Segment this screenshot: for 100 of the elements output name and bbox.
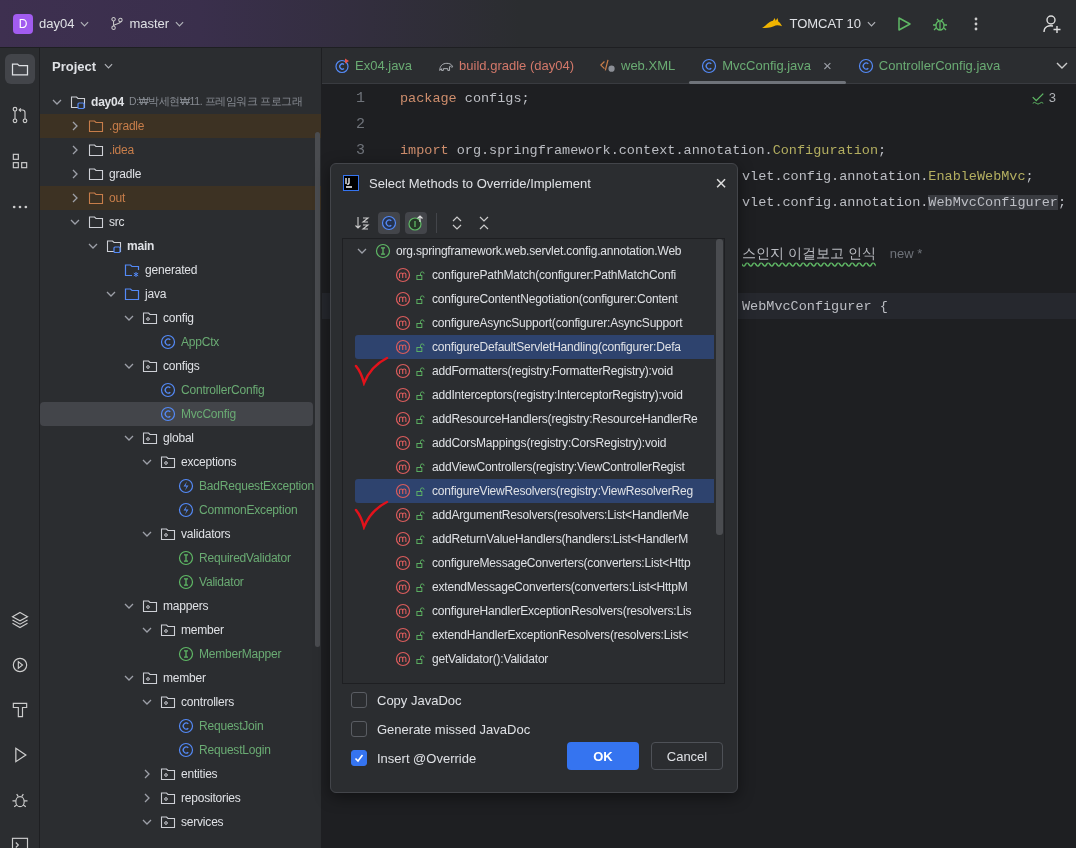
chevron-icon[interactable] — [142, 793, 152, 803]
ok-button[interactable]: OK — [567, 742, 639, 770]
chevron-icon[interactable] — [70, 169, 80, 179]
chevron-icon[interactable] — [357, 246, 367, 256]
method-item[interactable]: configurePathMatch(configurer:PathMatchConfi — [343, 263, 714, 287]
view-selector[interactable]: Project — [52, 58, 114, 74]
method-item[interactable]: addInterceptors(registry:InterceptorRegistry):void — [343, 383, 714, 407]
method-item[interactable]: configureAsyncSupport(configurer:AsyncSupport — [343, 311, 714, 335]
method-item[interactable]: getValidator():Validator — [343, 647, 714, 671]
tree-item[interactable]: generated — [40, 258, 313, 282]
tree-item[interactable]: AppCtx — [40, 330, 313, 354]
tree-item[interactable]: out — [40, 186, 321, 210]
check-icon[interactable] — [1030, 90, 1045, 105]
folder-icon[interactable] — [4, 54, 35, 84]
method-item[interactable]: extendHandlerExceptionResolvers(resolvers:List< — [343, 623, 714, 647]
method-item[interactable]: configureDefaultServletHandling(configurer:Defa — [355, 335, 714, 359]
tree-item[interactable]: controllers — [40, 690, 313, 714]
editor-tab[interactable]: web.XML — [588, 48, 690, 83]
tree-item[interactable]: CommonException — [40, 498, 313, 522]
scrollbar-thumb[interactable] — [315, 132, 320, 647]
chevron-icon[interactable] — [124, 433, 134, 443]
chevron-icon[interactable] — [142, 529, 152, 539]
chevron-icon[interactable] — [867, 20, 876, 27]
method-item[interactable]: configureContentNegotiation(configurer:Content — [343, 287, 714, 311]
chevron-icon[interactable] — [142, 769, 152, 779]
chevron-icon[interactable] — [70, 121, 80, 131]
tree-item[interactable]: member — [40, 618, 313, 642]
tree-item[interactable]: RequestJoin — [40, 714, 313, 738]
chevron-icon[interactable] — [142, 625, 152, 635]
tree-item[interactable]: day04 D:₩박세현₩11. 프레임워크 프로그래 — [40, 90, 313, 114]
method-item[interactable]: addCorsMappings(registry:CorsRegistry):void — [343, 431, 714, 455]
method-item[interactable]: extendMessageConverters(converters:List<HttpM — [343, 575, 714, 599]
tree-item[interactable]: BadRequestException — [40, 474, 313, 498]
workspace-dropdown[interactable]: day04 — [39, 16, 90, 31]
tree-item[interactable]: .gradle — [40, 114, 321, 138]
cancel-button[interactable]: Cancel — [651, 742, 723, 770]
tree-item[interactable]: configs — [40, 354, 313, 378]
checkbox[interactable] — [351, 750, 367, 766]
chevron-icon[interactable] — [70, 193, 80, 203]
chevron-icon[interactable] — [142, 817, 152, 827]
tree-item[interactable]: RequiredValidator — [40, 546, 313, 570]
editor-tab[interactable]: build.gradle (day04) — [426, 48, 588, 83]
tree-item[interactable]: src — [40, 210, 313, 234]
chevron-icon[interactable] — [175, 20, 185, 27]
chevron-icon[interactable] — [80, 20, 90, 27]
tree-item[interactable]: MemberMapper — [40, 642, 313, 666]
chevron-icon[interactable] — [1056, 62, 1068, 70]
method-item[interactable]: configureMessageConverters(converters:List<Http — [343, 551, 714, 575]
chevron-icon[interactable] — [88, 241, 98, 251]
chevron-icon[interactable] — [124, 313, 134, 323]
chevron-icon[interactable] — [124, 673, 134, 683]
tree-item[interactable]: services — [40, 810, 313, 834]
tree-item[interactable]: MvcConfig — [40, 402, 313, 426]
method-item[interactable]: addViewControllers(registry:ViewControllerRegist — [343, 455, 714, 479]
tree-item[interactable]: member — [40, 666, 313, 690]
method-item[interactable]: addReturnValueHandlers(handlers:List<HandlerM — [343, 527, 714, 551]
branch-dropdown[interactable]: master — [129, 16, 185, 31]
scrollbar-thumb[interactable] — [716, 239, 723, 535]
editor-tab[interactable]: Ex04.java — [322, 48, 427, 83]
tree-item[interactable]: gradle — [40, 162, 313, 186]
editor-tab[interactable]: MvcConfig.java × — [689, 48, 846, 83]
run-icon[interactable] — [896, 15, 912, 32]
close-button[interactable]: × — [715, 173, 727, 193]
interface-filter-button[interactable] — [405, 212, 427, 234]
method-item[interactable]: addArgumentResolvers(resolvers:List<HandlerMe — [343, 503, 714, 527]
method-item[interactable]: configureHandlerExceptionResolvers(resolvers:Lis — [343, 599, 714, 623]
chevron-icon[interactable] — [106, 289, 116, 299]
project-badge[interactable]: D — [13, 13, 33, 34]
tree-item[interactable]: entities — [40, 762, 313, 786]
checkbox[interactable] — [351, 692, 367, 708]
tree-item[interactable]: Validator — [40, 570, 313, 594]
method-item[interactable]: addResourceHandlers(registry:ResourceHandlerRe — [343, 407, 714, 431]
editor-tab[interactable]: ControllerConfig.java — [845, 48, 1015, 83]
run-config-dropdown[interactable]: TOMCAT 10 — [789, 16, 876, 31]
tree-item[interactable]: validators — [40, 522, 313, 546]
method-item[interactable]: addFormatters(registry:FormatterRegistry):void — [343, 359, 714, 383]
chevron-icon[interactable] — [124, 361, 134, 371]
tree-item[interactable]: org.springframework.web.servlet.config.annotation.Web — [343, 239, 724, 263]
method-item[interactable]: configureViewResolvers(registry:ViewResolverReg — [355, 479, 714, 503]
tree-item[interactable]: mappers — [40, 594, 313, 618]
chevron-icon[interactable] — [70, 217, 80, 227]
chevron-icon[interactable] — [52, 97, 62, 107]
tree-item[interactable]: exceptions — [40, 450, 313, 474]
class-filter-button[interactable] — [378, 212, 400, 234]
chevron-icon[interactable] — [70, 145, 80, 155]
tree-item[interactable]: java — [40, 282, 313, 306]
tree-item[interactable]: config — [40, 306, 313, 330]
tree-item[interactable]: ControllerConfig — [40, 378, 313, 402]
inspection-count[interactable]: 3 — [1048, 90, 1056, 105]
chevron-icon[interactable] — [124, 601, 134, 611]
tree-item[interactable]: RequestLogin — [40, 738, 313, 762]
tree-item[interactable]: main — [40, 234, 313, 258]
tree-item[interactable]: .idea — [40, 138, 313, 162]
tree-item[interactable]: repositories — [40, 786, 313, 810]
checkbox[interactable] — [351, 721, 367, 737]
add-user-icon[interactable] — [1042, 13, 1062, 34]
chevron-icon[interactable] — [104, 63, 114, 69]
chevron-icon[interactable] — [142, 697, 152, 707]
close-tab-button[interactable]: × — [823, 57, 832, 74]
tree-item[interactable]: global — [40, 426, 313, 450]
